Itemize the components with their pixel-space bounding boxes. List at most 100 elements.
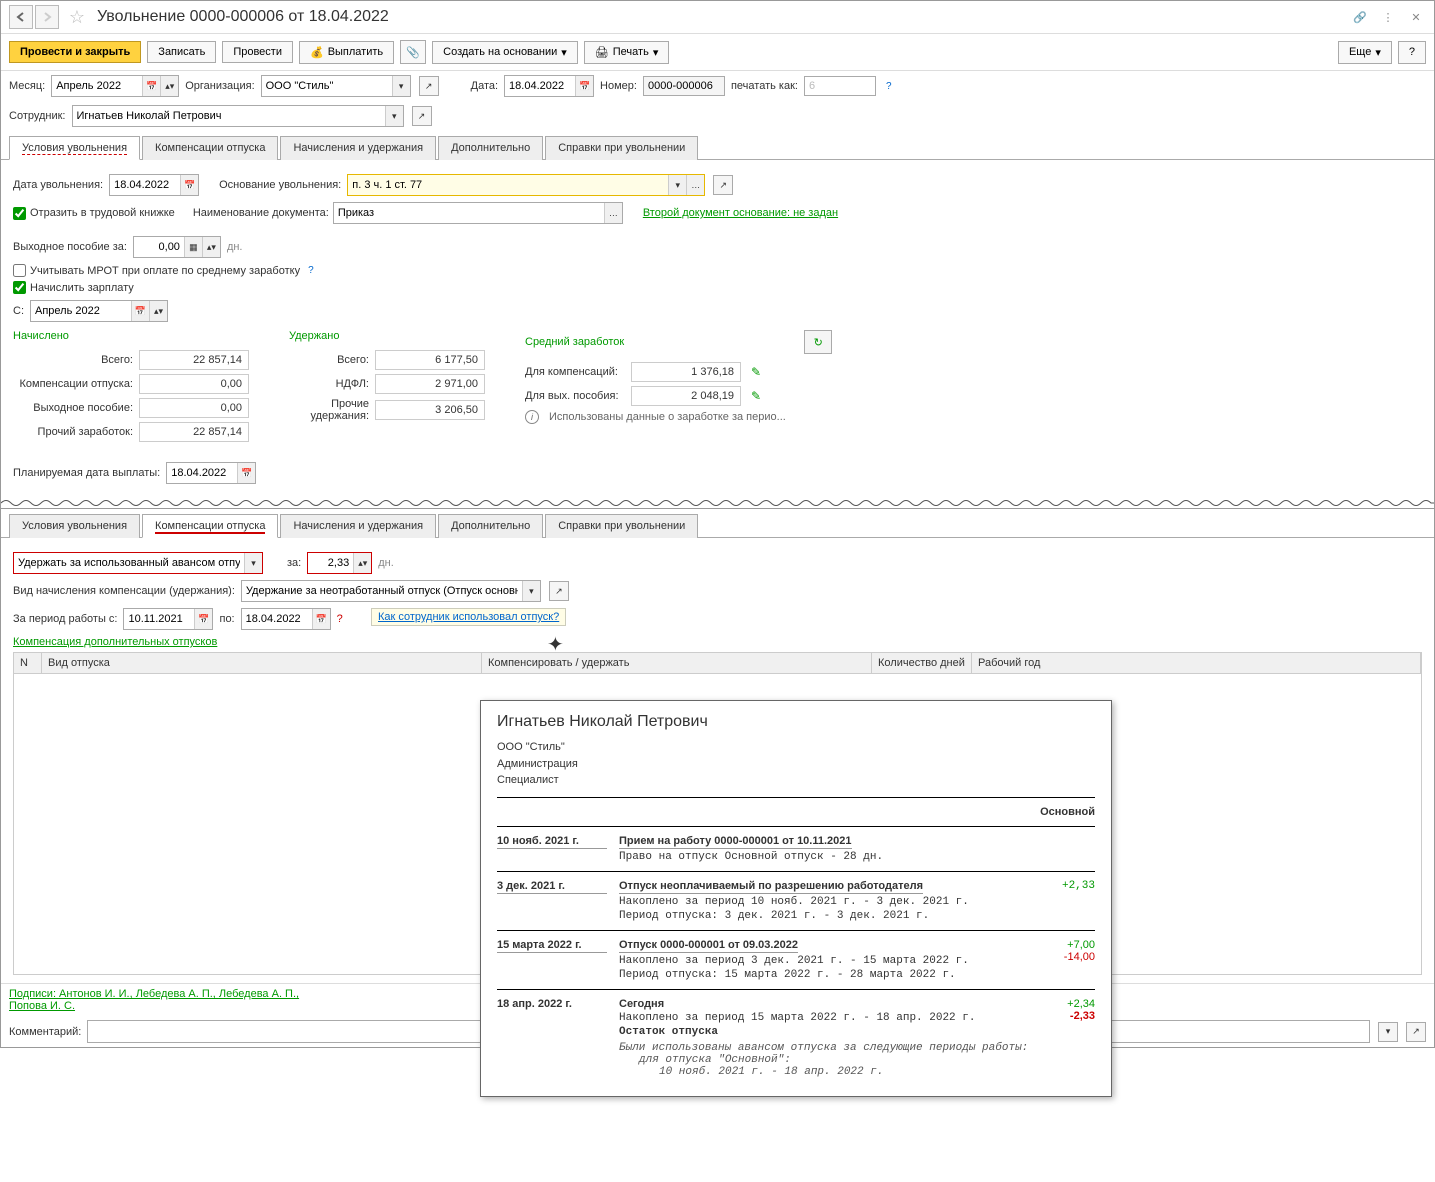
calendar-icon[interactable]: 📅: [131, 301, 149, 321]
tab-conditions[interactable]: Условия увольнения: [9, 136, 140, 160]
spinner-icon[interactable]: ▴▾: [202, 237, 220, 257]
chevron-down-icon: ▾: [1375, 46, 1381, 59]
for-input[interactable]: ▴▾: [307, 552, 372, 574]
tab-accruals[interactable]: Начисления и удержания: [280, 136, 436, 160]
chevron-down-icon[interactable]: ▾: [244, 553, 262, 573]
severance-input[interactable]: ▦ ▴▾: [133, 236, 221, 258]
signatures-link-2[interactable]: Попова И. С.: [9, 1000, 75, 1012]
info-icon: i: [525, 410, 539, 424]
number-input[interactable]: [643, 76, 725, 96]
spinner-icon[interactable]: ▴▾: [160, 76, 178, 96]
open-ext-icon[interactable]: ↗: [713, 175, 733, 195]
accrued-header: Начислено: [13, 330, 249, 342]
kebab-icon[interactable]: ⋮: [1378, 7, 1398, 27]
print-button[interactable]: 🖨 Печать ▾: [584, 41, 670, 64]
date-label: Дата:: [471, 80, 498, 92]
favorite-star-icon[interactable]: ☆: [65, 5, 89, 29]
chevron-down-icon[interactable]: ▾: [522, 581, 540, 601]
help-icon[interactable]: ?: [886, 81, 892, 92]
signatures-link-1[interactable]: Подписи: Антонов И. И., Лебедева А. П., …: [9, 988, 299, 1000]
dismiss-date-label: Дата увольнения:: [13, 179, 103, 191]
s-input[interactable]: 📅 ▴▾: [30, 300, 168, 322]
action-select[interactable]: ▾: [13, 552, 263, 574]
reflect-checkbox[interactable]: [13, 207, 26, 220]
popup-dept: Администрация: [497, 756, 1095, 773]
avg-header: Средний заработок: [525, 336, 624, 348]
print-as-label: печатать как:: [731, 80, 798, 92]
money-icon: 💰: [310, 46, 324, 59]
pencil-icon[interactable]: ✎: [751, 365, 761, 379]
more-dots-icon[interactable]: …: [686, 175, 704, 195]
refresh-button[interactable]: ↻: [804, 330, 832, 354]
org-input[interactable]: ▾: [261, 75, 411, 97]
employee-label: Сотрудник:: [9, 110, 66, 122]
help-icon[interactable]: ?: [308, 265, 314, 276]
chevron-down-icon[interactable]: ▾: [392, 76, 410, 96]
print-as-input[interactable]: [804, 76, 876, 96]
second-doc-link[interactable]: Второй документ основание: не задан: [643, 207, 838, 219]
tab-certificates[interactable]: Справки при увольнении: [545, 136, 698, 160]
col-n: N: [14, 653, 42, 673]
basis-label: Основание увольнения:: [219, 179, 341, 191]
plan-date-input[interactable]: 📅: [166, 462, 256, 484]
calendar-icon[interactable]: 📅: [575, 76, 593, 96]
accrual-type-input[interactable]: ▾: [241, 580, 541, 602]
pencil-icon[interactable]: ✎: [751, 389, 761, 403]
col-type: Вид отпуска: [42, 653, 482, 673]
back-button[interactable]: [9, 5, 33, 29]
link-icon[interactable]: 🔗: [1350, 7, 1370, 27]
withheld-header: Удержано: [289, 330, 485, 342]
period-to-input[interactable]: 📅: [241, 608, 331, 630]
tab-compensation[interactable]: Компенсации отпуска: [142, 136, 278, 160]
help-button[interactable]: ?: [1398, 41, 1426, 64]
employee-input[interactable]: ▾: [72, 105, 404, 127]
pay-button[interactable]: 💰Выплатить: [299, 41, 394, 64]
period-from-input[interactable]: 📅: [123, 608, 213, 630]
doc-name-input[interactable]: …: [333, 202, 623, 224]
dismiss-date-input[interactable]: 📅: [109, 174, 199, 196]
spinner-icon[interactable]: ▴▾: [353, 553, 371, 573]
tab-additional[interactable]: Дополнительно: [438, 136, 543, 160]
open-ext-icon[interactable]: ↗: [412, 106, 432, 126]
more-dots-icon[interactable]: …: [604, 203, 622, 223]
chevron-down-icon[interactable]: ▾: [385, 106, 403, 126]
basis-input[interactable]: ▾ …: [347, 174, 705, 196]
calendar-icon[interactable]: 📅: [194, 609, 212, 629]
forward-button[interactable]: [35, 5, 59, 29]
open-ext-icon[interactable]: ↗: [549, 581, 569, 601]
open-ext-icon[interactable]: ↗: [419, 76, 439, 96]
spinner-icon[interactable]: ▴▾: [149, 301, 167, 321]
calendar-icon[interactable]: 📅: [142, 76, 160, 96]
tab-compensation-2[interactable]: Компенсации отпуска: [142, 514, 278, 538]
chevron-down-icon[interactable]: ▾: [1378, 1022, 1398, 1042]
accrue-checkbox[interactable]: [13, 281, 26, 294]
mrot-label: Учитывать МРОТ при оплате по среднему за…: [30, 265, 300, 277]
tab-certificates-2[interactable]: Справки при увольнении: [545, 514, 698, 538]
tab-accruals-2[interactable]: Начисления и удержания: [280, 514, 436, 538]
tab-conditions-2[interactable]: Условия увольнения: [9, 514, 140, 538]
close-icon[interactable]: ✕: [1406, 7, 1426, 27]
create-based-button[interactable]: Создать на основании ▾: [432, 41, 578, 64]
tab-additional-2[interactable]: Дополнительно: [438, 514, 543, 538]
more-button[interactable]: Еще ▾: [1338, 41, 1392, 64]
calendar-icon[interactable]: 📅: [312, 609, 330, 629]
chevron-down-icon: ▾: [653, 46, 659, 59]
mrot-checkbox[interactable]: [13, 264, 26, 277]
post-and-close-button[interactable]: Провести и закрыть: [9, 41, 141, 63]
period-to-label: по:: [219, 613, 234, 625]
calc-icon[interactable]: ▦: [184, 237, 202, 257]
calendar-icon[interactable]: 📅: [180, 175, 198, 195]
save-button[interactable]: Записать: [147, 41, 216, 63]
month-input[interactable]: 📅 ▴▾: [51, 75, 179, 97]
post-button[interactable]: Провести: [222, 41, 293, 63]
popup-name: Игнатьев Николай Петрович: [497, 713, 1095, 731]
col-comp: Компенсировать / удержать: [482, 653, 872, 673]
extra-comp-label: Компенсация дополнительных отпусков: [13, 636, 217, 648]
date-input[interactable]: 📅: [504, 75, 594, 97]
calendar-icon[interactable]: 📅: [237, 463, 255, 483]
chevron-down-icon[interactable]: ▾: [668, 175, 686, 195]
open-ext-icon[interactable]: ↗: [1406, 1022, 1426, 1042]
popup-section: Основной: [497, 806, 1095, 818]
how-used-link[interactable]: Как сотрудник использовал отпуск?: [371, 608, 566, 626]
attach-button[interactable]: 📎: [400, 40, 426, 64]
